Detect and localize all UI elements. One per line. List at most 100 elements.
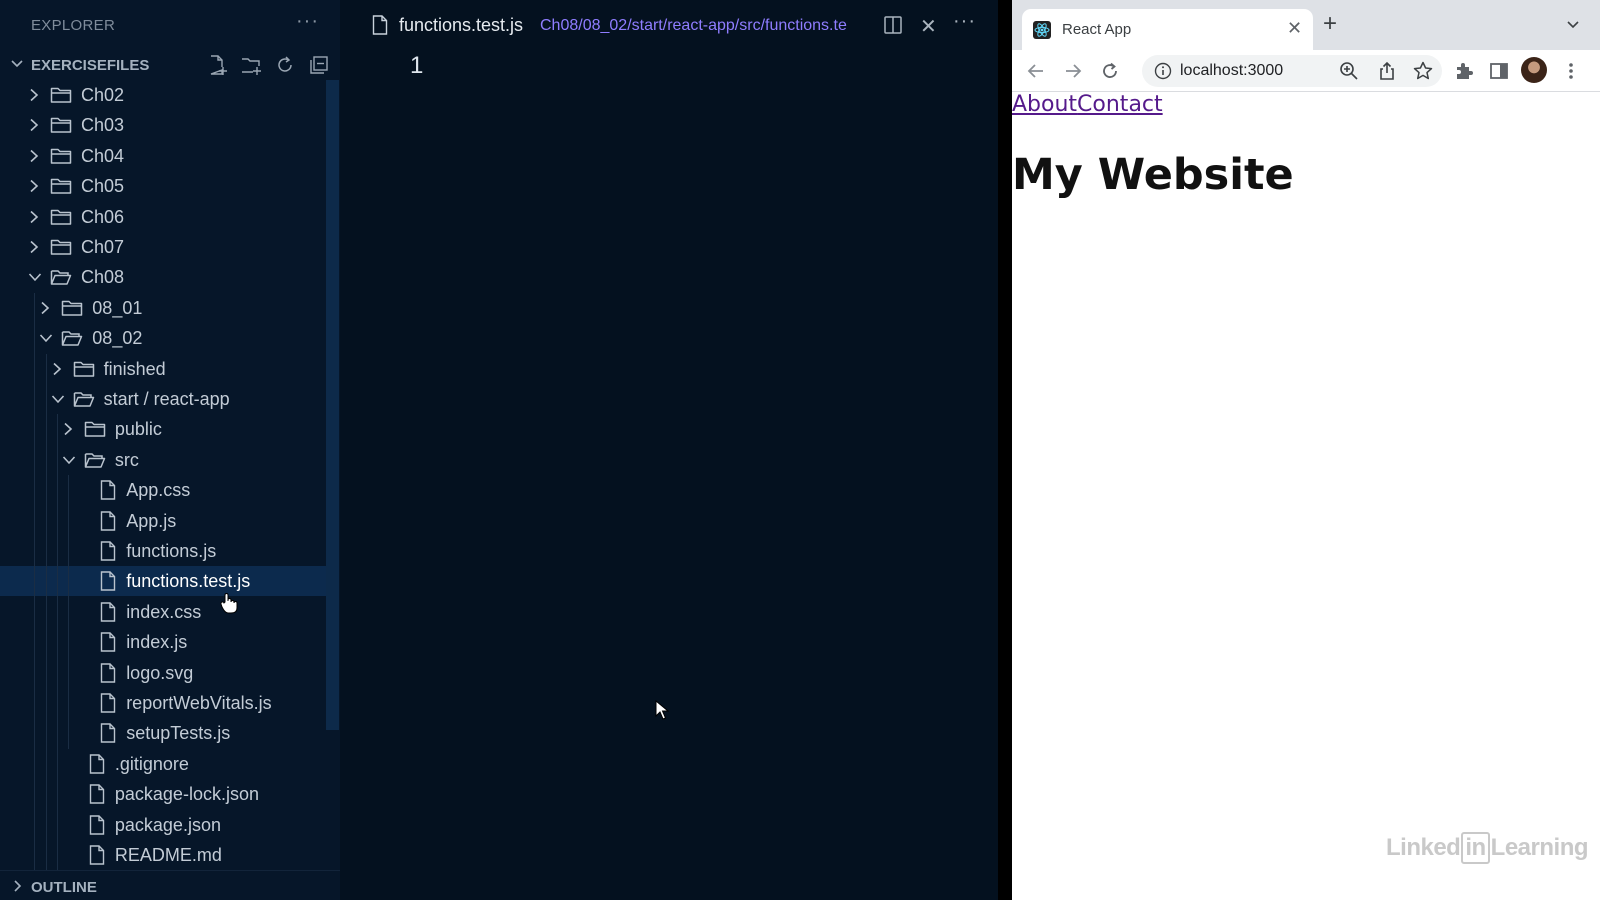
- zoom-icon[interactable]: [1338, 60, 1360, 82]
- tree-file-row[interactable]: .gitignore: [0, 749, 338, 779]
- tree-item-label: functions.js: [126, 541, 217, 561]
- tree-folder-row[interactable]: Ch04: [0, 141, 338, 171]
- tree-item-label: App.js: [126, 510, 177, 531]
- watermark-right: Learning: [1490, 834, 1589, 861]
- about-link[interactable]: About: [1012, 92, 1077, 117]
- tree-folder-row[interactable]: Ch02: [0, 80, 338, 110]
- bookmark-star-icon[interactable]: [1412, 60, 1434, 82]
- folder-icon: [50, 115, 72, 140]
- chevron-right-icon: [28, 210, 40, 229]
- url-text: localhost:3000: [1180, 62, 1284, 79]
- window-divider: [998, 0, 1012, 900]
- explorer-header: EXPLORER ···: [0, 0, 340, 50]
- outline-title: OUTLINE: [31, 879, 97, 896]
- file-icon: [372, 15, 388, 35]
- editor-tab-filename[interactable]: functions.test.js: [399, 15, 523, 36]
- forward-icon[interactable]: [1061, 59, 1085, 83]
- indent-guide: [46, 353, 47, 870]
- tree-folder-row[interactable]: finished: [0, 354, 338, 384]
- tree-item-label: Ch02: [81, 85, 125, 105]
- tree-folder-row[interactable]: Ch08: [0, 262, 338, 292]
- file-icon: [100, 602, 116, 627]
- tree-file-row[interactable]: package-lock.json: [0, 779, 338, 809]
- chevron-right-icon: [28, 88, 40, 107]
- new-folder-icon[interactable]: [240, 54, 262, 76]
- browser-tab-title: React App: [1062, 21, 1132, 38]
- tree-file-row[interactable]: package.json: [0, 810, 338, 840]
- editor-tab-path: Ch08/08_02/start/react-app/src/functions…: [540, 17, 847, 34]
- tree-file-row[interactable]: index.js: [0, 627, 338, 657]
- tree-file-row[interactable]: functions.js: [0, 536, 338, 566]
- new-file-icon[interactable]: [206, 54, 228, 76]
- tree-file-row[interactable]: App.js: [0, 506, 338, 536]
- browser-tabstrip: React App ✕ +: [1012, 0, 1600, 50]
- collapse-all-icon[interactable]: [308, 54, 330, 76]
- chevron-right-icon: [14, 880, 22, 892]
- explorer-sidebar: EXPLORER ··· EXERCISEFILES Ch02 Ch03 Ch04 C…: [0, 0, 340, 900]
- chevron-down-icon: [28, 270, 42, 288]
- tree-item-label: package.json: [114, 814, 221, 835]
- outline-section-header[interactable]: OUTLINE: [0, 870, 340, 900]
- tree-item-label: public: [114, 419, 162, 440]
- tree-folder-row[interactable]: 08_02: [0, 323, 338, 353]
- split-editor-icon[interactable]: [884, 16, 902, 34]
- tree-item-label: Ch08: [81, 267, 125, 288]
- vscode-window: EXPLORER ··· EXERCISEFILES Ch02 Ch03 Ch04 C…: [0, 0, 1007, 900]
- chevron-down-icon: [39, 331, 53, 349]
- extensions-icon[interactable]: [1452, 59, 1476, 83]
- tree-file-row[interactable]: App.css: [0, 475, 338, 505]
- close-tab-icon[interactable]: ✕: [1287, 18, 1302, 39]
- tree-file-row[interactable]: functions.test.js: [0, 566, 338, 597]
- folder-open-icon: [73, 389, 95, 414]
- tree-item-label: Ch05: [81, 176, 125, 197]
- tree-file-row[interactable]: logo.svg: [0, 658, 338, 688]
- folder-icon: [50, 207, 72, 232]
- tree-file-row[interactable]: setupTests.js: [0, 718, 338, 748]
- folder-icon: [61, 298, 83, 323]
- explorer-more-icon[interactable]: ···: [296, 10, 319, 33]
- tree-item-label: 08_01: [92, 297, 143, 318]
- profile-avatar[interactable]: [1521, 57, 1547, 83]
- react-favicon-icon: [1033, 21, 1051, 39]
- tree-folder-row[interactable]: Ch07: [0, 232, 338, 262]
- side-panel-icon[interactable]: [1487, 59, 1511, 83]
- new-tab-icon[interactable]: +: [1323, 12, 1337, 36]
- file-icon: [89, 754, 105, 779]
- address-bar[interactable]: localhost:3000: [1142, 55, 1442, 87]
- tree-folder-row[interactable]: Ch05: [0, 171, 338, 201]
- menu-kebab-icon[interactable]: [1559, 59, 1583, 83]
- tree-folder-row[interactable]: public: [0, 414, 338, 444]
- contact-link[interactable]: Contact: [1077, 92, 1163, 117]
- tree-folder-row[interactable]: Ch03: [0, 110, 338, 140]
- chevron-right-icon: [62, 422, 74, 441]
- tree-item-label: Ch07: [81, 237, 125, 257]
- explorer-scrollbar[interactable]: [326, 80, 339, 730]
- file-icon: [100, 693, 116, 718]
- refresh-icon[interactable]: [274, 54, 296, 76]
- browser-tab[interactable]: React App ✕: [1022, 9, 1313, 50]
- tree-file-row[interactable]: README.md: [0, 840, 338, 870]
- folder-icon: [50, 176, 72, 201]
- reload-icon[interactable]: [1098, 59, 1122, 83]
- chevron-right-icon: [28, 118, 40, 137]
- tree-item-label: index.js: [126, 632, 188, 653]
- tree-file-row[interactable]: reportWebVitals.js: [0, 688, 338, 718]
- tree-item-label: .gitignore: [114, 753, 189, 774]
- chevron-down-icon[interactable]: [1566, 18, 1580, 32]
- chevron-down-icon: [62, 453, 76, 471]
- back-icon[interactable]: [1024, 59, 1048, 83]
- indent-guide: [68, 475, 69, 749]
- file-icon: [89, 814, 105, 840]
- tree-folder-row[interactable]: Ch06: [0, 202, 338, 232]
- workspace-section-header[interactable]: EXERCISEFILES: [0, 51, 340, 79]
- file-icon: [100, 541, 116, 566]
- share-icon[interactable]: [1376, 60, 1398, 82]
- tree-folder-row[interactable]: src: [0, 445, 338, 475]
- tree-folder-row[interactable]: start / react-app: [0, 384, 338, 414]
- tree-folder-row[interactable]: 08_01: [0, 293, 338, 323]
- close-tab-icon[interactable]: ✕: [920, 14, 937, 39]
- info-icon[interactable]: [1154, 62, 1172, 80]
- tree-item-label: functions.test.js: [126, 571, 251, 592]
- tree-file-row[interactable]: index.css: [0, 597, 338, 627]
- editor-more-icon[interactable]: ···: [953, 10, 976, 33]
